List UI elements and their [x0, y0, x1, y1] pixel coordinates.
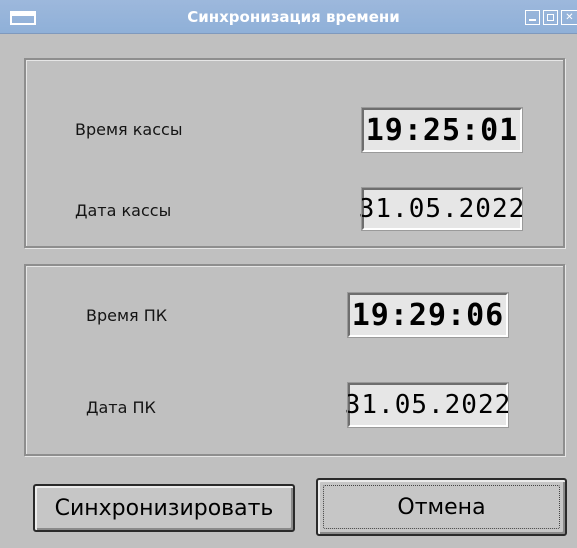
maximize-icon[interactable]	[543, 10, 558, 25]
register-time-display: 19:25:01	[361, 107, 523, 153]
register-time-label: Время кассы	[75, 120, 183, 139]
pc-date-display: 31.05.2022	[345, 382, 510, 428]
register-date-display: 31.05.2022	[359, 187, 524, 231]
pc-time-label: Время ПК	[86, 306, 168, 325]
minimize-icon[interactable]	[525, 10, 540, 25]
pc-date-label: Дата ПК	[86, 398, 156, 417]
window-title: Синхронизация времени	[187, 8, 400, 26]
title-bar: Синхронизация времени ✕	[0, 0, 577, 34]
cancel-button[interactable]: Отмена	[316, 478, 567, 536]
register-date-label: Дата кассы	[75, 201, 172, 220]
pc-time-display: 19:29:06	[347, 292, 509, 338]
sync-button[interactable]: Синхронизировать	[33, 484, 295, 532]
focus-ring	[323, 485, 560, 529]
close-icon[interactable]: ✕	[561, 10, 577, 25]
